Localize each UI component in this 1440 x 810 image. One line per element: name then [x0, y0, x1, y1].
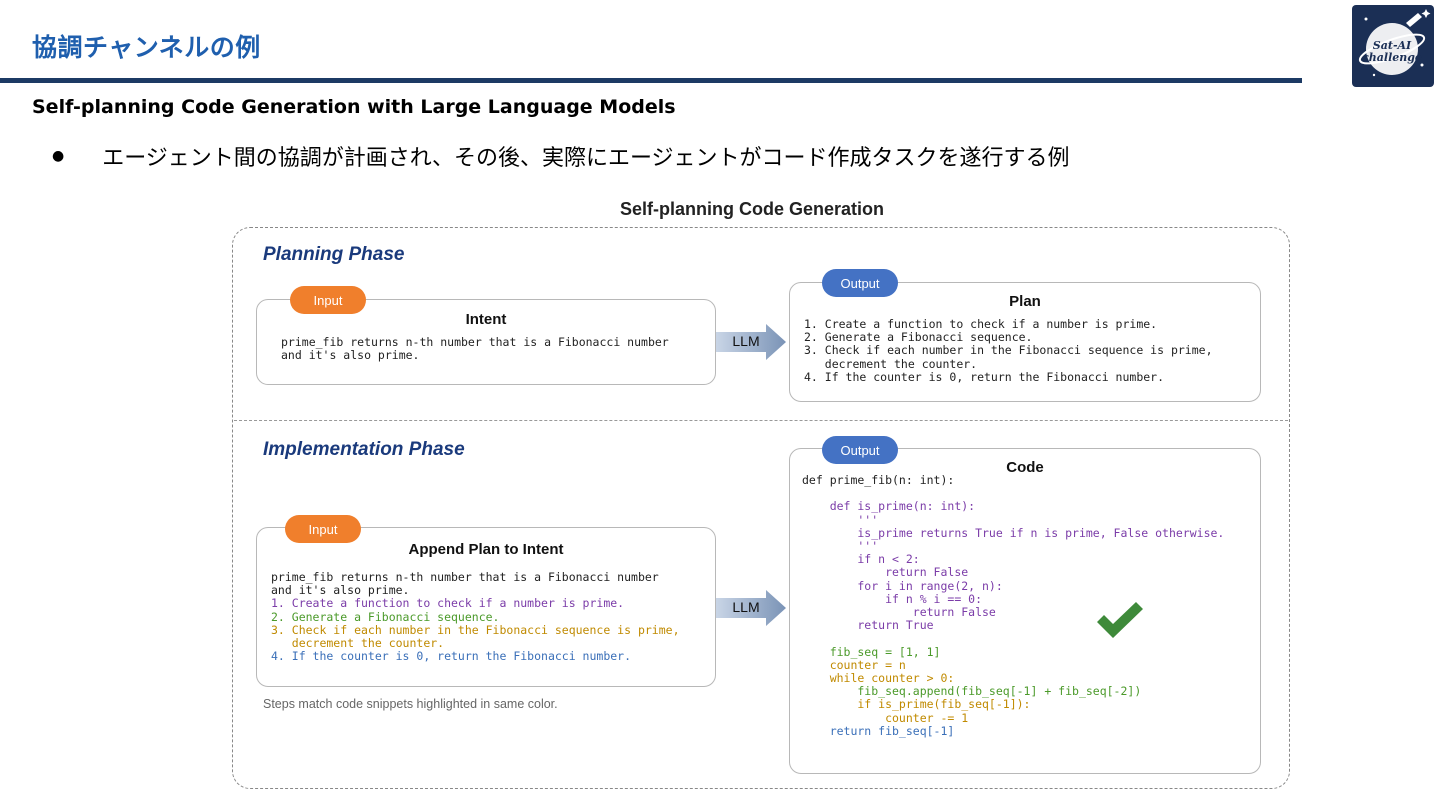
llm-arrow: LLM — [716, 324, 788, 360]
slide-subtitle: Self-planning Code Generation with Large… — [32, 96, 676, 118]
code-def-line: def prime_fib(n: int): — [802, 473, 955, 487]
append-plan-box: Append Plan to Intent prime_fib returns … — [256, 527, 716, 687]
code-is-prime-block: def is_prime(n: int): ''' is_prime retur… — [829, 499, 1225, 633]
challenge-logo: Sat-AI challenge — [1352, 5, 1434, 87]
bullet-item: ● エージェント間の協調が計画され、その後、実際にエージェントがコード作成タスク… — [52, 140, 1070, 172]
append-plan-text: prime_fib returns n-th number that is a … — [271, 570, 680, 664]
slide-title: 協調チャンネルの例 — [32, 33, 261, 62]
plan-box: Plan 1. Create a function to check if a … — [789, 282, 1261, 402]
append-step-2: 2. Generate a Fibonacci sequence. — [271, 609, 500, 624]
code-listing: def prime_fib(n: int): def is_prime(n: i… — [802, 473, 1225, 738]
append-step-3: 3. Check if each number in the Fibonacci… — [271, 622, 680, 651]
output-pill: Output — [822, 436, 898, 464]
bullet-dot-icon: ● — [52, 148, 65, 164]
code-counter-lines: counter = n while counter > 0: — [829, 657, 955, 686]
phase-divider — [234, 420, 1288, 421]
bullet-text: エージェント間の協調が計画され、その後、実際にエージェントがコード作成タスクを遂… — [102, 146, 1070, 171]
figure-title: Self-planning Code Generation — [619, 199, 884, 219]
append-step-4: 4. If the counter is 0, return the Fibon… — [271, 649, 632, 664]
planning-phase-title: Planning Phase — [263, 244, 405, 265]
svg-text:challenge: challenge — [1362, 51, 1422, 64]
figure-caption: Steps match code snippets highlighted in… — [263, 697, 558, 711]
title-rule — [0, 78, 1302, 83]
llm-label: LLM — [732, 333, 760, 349]
code-append-line: fib_seq.append(fib_seq[-1] + fib_seq[-2]… — [802, 684, 1142, 699]
llm-label: LLM — [732, 599, 760, 615]
code-check-lines: if is_prime(fib_seq[-1]): counter -= 1 — [857, 697, 1031, 725]
plan-text: 1. Create a function to check if a numbe… — [804, 317, 1213, 384]
llm-arrow: LLM — [716, 590, 788, 626]
input-pill: Input — [290, 286, 366, 314]
append-plan-title: Append Plan to Intent — [408, 541, 564, 558]
code-fib-seq-line: fib_seq = [1, 1] — [802, 644, 941, 659]
output-pill: Output — [822, 269, 898, 297]
implementation-phase-title: Implementation Phase — [263, 439, 465, 460]
input-pill: Input — [285, 515, 361, 543]
intent-text: prime_fib returns n-th number that is a … — [281, 335, 669, 363]
code-box: Code def prime_fib(n: int): def is_prime… — [789, 448, 1261, 774]
check-mark-icon — [1094, 600, 1146, 640]
code-return-line: return fib_seq[-1] — [802, 723, 955, 738]
append-intent-text: prime_fib returns n-th number that is a … — [271, 570, 659, 598]
append-step-1: 1. Create a function to check if a numbe… — [271, 596, 625, 611]
